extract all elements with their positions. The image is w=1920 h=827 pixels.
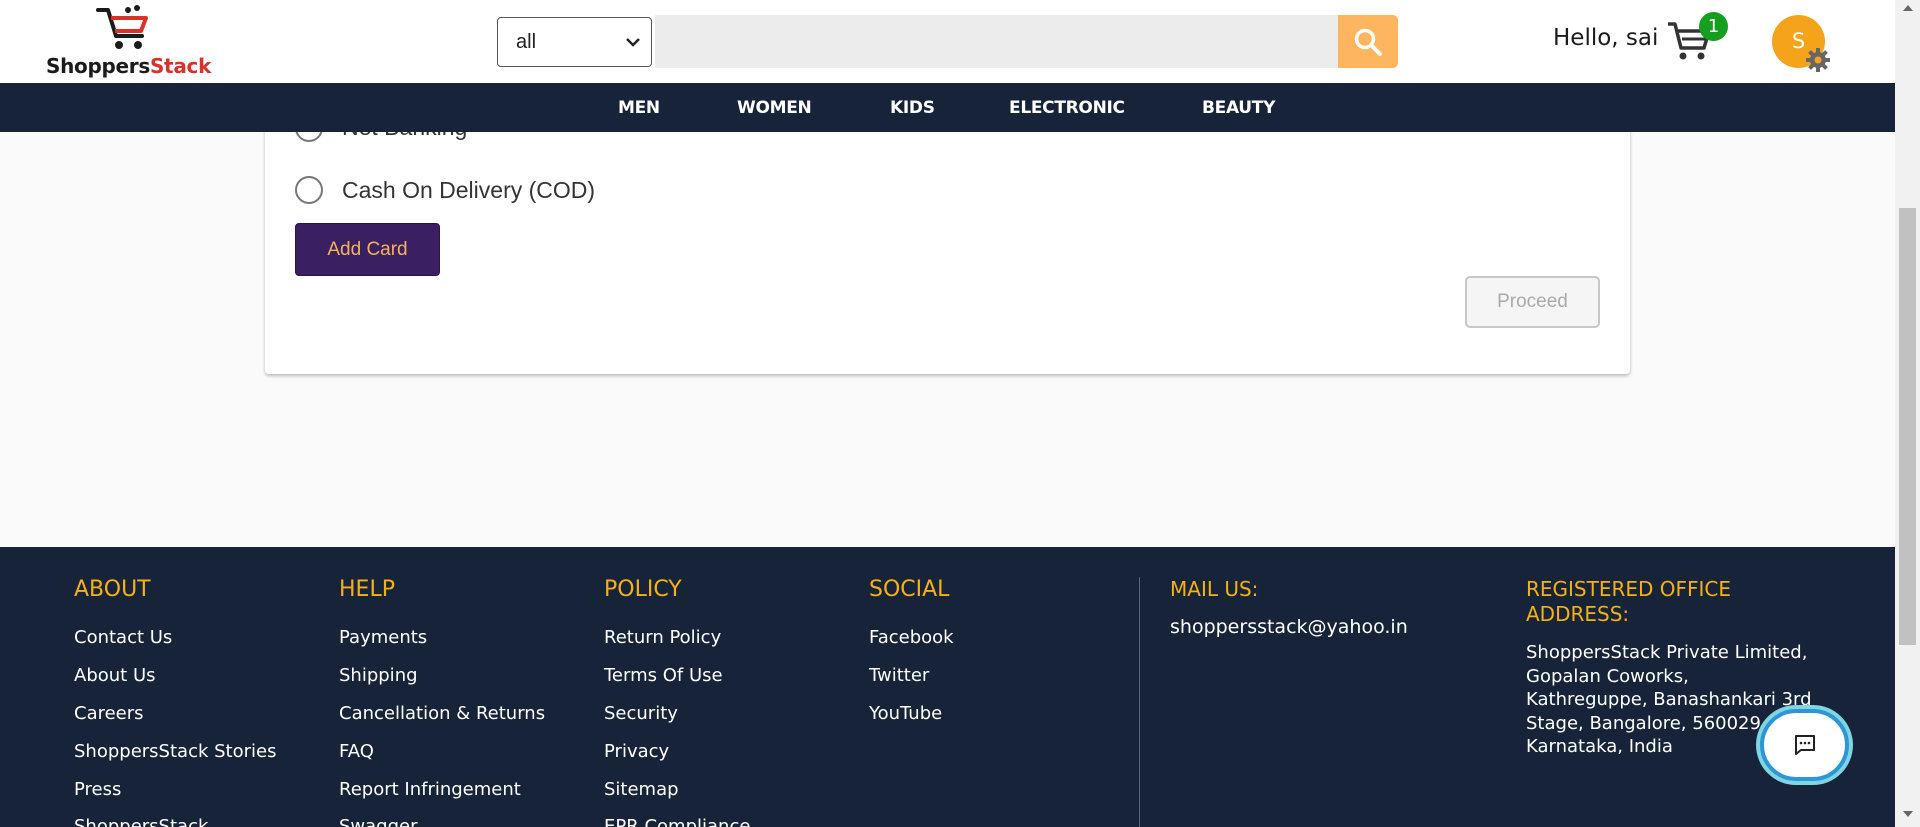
footer-link-faq[interactable]: FAQ	[339, 741, 374, 762]
footer-help-heading: HELP	[339, 577, 395, 602]
footer-link-terms[interactable]: Terms Of Use	[604, 665, 723, 686]
footer-link-privacy[interactable]: Privacy	[604, 741, 669, 762]
nav-item-kids[interactable]: KIDS	[890, 98, 935, 118]
search-button[interactable]	[1338, 15, 1398, 68]
footer-link-sitemap[interactable]: Sitemap	[604, 779, 679, 800]
footer-policy-heading: POLICY	[604, 577, 682, 602]
footer-link-careers[interactable]: Careers	[74, 703, 144, 724]
search-icon	[1354, 28, 1382, 56]
footer-link-contact-us[interactable]: Contact Us	[74, 627, 172, 648]
greeting: Hello, sai	[1553, 25, 1659, 51]
footer-mail-heading: MAIL US:	[1170, 577, 1259, 601]
category-select[interactable]: all	[497, 17, 652, 67]
category-nav: MEN WOMEN KIDS ELECTRONIC BEAUTY	[0, 83, 1895, 132]
scroll-up-arrow-icon[interactable]	[1903, 4, 1913, 12]
chevron-down-icon	[626, 38, 640, 47]
chat-icon	[1794, 735, 1815, 755]
footer-link-stories[interactable]: ShoppersStack Stories	[74, 741, 276, 762]
nav-item-men[interactable]: MEN	[618, 98, 660, 118]
payment-options-card	[265, 106, 1630, 374]
chat-button[interactable]	[1760, 709, 1849, 781]
gear-icon[interactable]	[1805, 47, 1831, 73]
footer-office-heading: REGISTERED OFFICE ADDRESS:	[1526, 577, 1732, 626]
footer-link-shoppersstack[interactable]: ShoppersStack	[74, 816, 208, 827]
category-select-value: all	[516, 31, 537, 53]
proceed-button[interactable]: Proceed	[1465, 276, 1600, 328]
footer-link-payments[interactable]: Payments	[339, 627, 427, 648]
footer-link-youtube[interactable]: YouTube	[869, 703, 942, 724]
header: ShoppersStack all Hello, sai 1 S	[0, 0, 1895, 83]
footer-social-heading: SOCIAL	[869, 577, 950, 602]
footer-link-about-us[interactable]: About Us	[74, 665, 156, 686]
footer-link-security[interactable]: Security	[604, 703, 678, 724]
footer-link-shipping[interactable]: Shipping	[339, 665, 418, 686]
footer-link-twitter[interactable]: Twitter	[869, 665, 929, 686]
nav-item-women[interactable]: WOMEN	[737, 98, 812, 118]
radio-cash-on-delivery[interactable]	[295, 176, 323, 204]
footer-link-return-policy[interactable]: Return Policy	[604, 627, 721, 648]
radio-cash-on-delivery-label: Cash On Delivery (COD)	[342, 177, 596, 203]
nav-item-electronic[interactable]: ELECTRONIC	[1009, 98, 1125, 118]
add-card-button[interactable]: Add Card	[295, 223, 440, 276]
footer-link-swagger[interactable]: Swagger	[339, 816, 418, 827]
nav-item-beauty[interactable]: BEAUTY	[1202, 98, 1275, 118]
cart-count-badge: 1	[1699, 12, 1728, 41]
cart-logo-icon	[96, 5, 148, 49]
footer-link-epr[interactable]: EPR Compliance	[604, 816, 750, 827]
search-input[interactable]	[655, 15, 1338, 68]
footer-mail-address[interactable]: shoppersstack@yahoo.in	[1170, 616, 1408, 638]
footer-link-press[interactable]: Press	[74, 779, 121, 800]
footer-office-line: ShoppersStack Private Limited,	[1526, 642, 1808, 663]
logo-text: ShoppersStack	[46, 54, 212, 78]
footer-about-heading: ABOUT	[74, 577, 151, 602]
vertical-scrollbar[interactable]	[1895, 0, 1920, 827]
footer-office-line: Kathreguppe, Banashankari 3rd	[1526, 689, 1812, 710]
scrollbar-thumb[interactable]	[1899, 208, 1916, 645]
footer-link-facebook[interactable]: Facebook	[869, 627, 954, 648]
logo[interactable]: ShoppersStack	[46, 4, 226, 80]
footer-link-cancellation[interactable]: Cancellation & Returns	[339, 703, 545, 724]
footer-divider	[1139, 577, 1140, 827]
footer-office-line: Gopalan Coworks,	[1526, 665, 1689, 687]
footer-link-report-infringement[interactable]: Report Infringement	[339, 779, 521, 800]
scroll-down-arrow-icon[interactable]	[1903, 810, 1913, 818]
